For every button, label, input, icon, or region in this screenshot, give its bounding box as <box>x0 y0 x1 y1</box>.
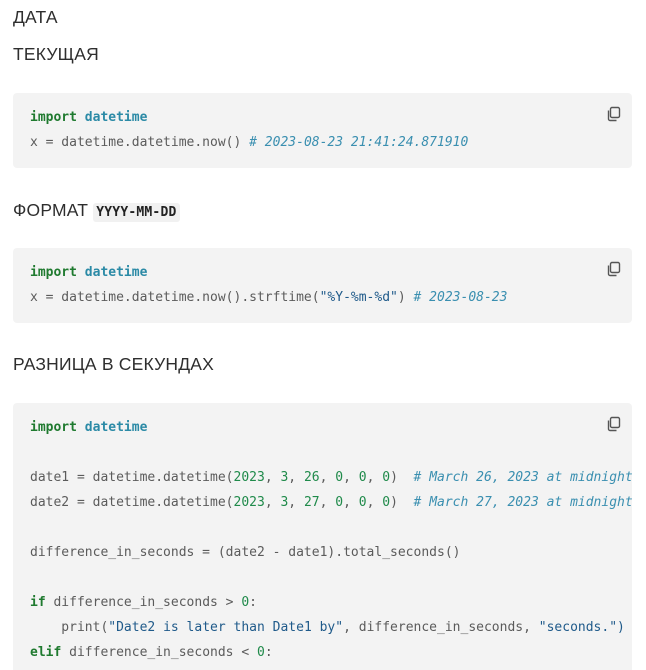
code-string: "%Y-%m-%d" <box>319 290 398 305</box>
code-line: import datetime <box>30 109 147 127</box>
code-line: date1 = datetime.datetime(2023, 3, 26, 0… <box>30 470 632 485</box>
code-number: 0 <box>335 470 344 485</box>
code-text: , difference_in_seconds, <box>343 620 539 635</box>
code-number: 0 <box>358 495 367 510</box>
copy-icon <box>607 106 621 122</box>
code-number: 0 <box>256 645 265 660</box>
code-line: elif difference_in_seconds < 0: <box>30 644 273 662</box>
keyword: if <box>30 595 46 610</box>
code-number: 0 <box>335 495 344 510</box>
code-text: print( <box>30 620 109 635</box>
code-number: 0 <box>382 495 391 510</box>
code-comment: # March 26, 2023 at midnight <box>413 470 632 485</box>
code-block-format: import datetime x = datetime.datetime.no… <box>13 248 632 323</box>
code-text: date2 = datetime.datetime( <box>30 495 234 510</box>
code-text: difference_in_seconds = (date2 - date1).… <box>30 545 461 560</box>
code-number: 3 <box>280 470 289 485</box>
code-comment: # 2023-08-23 21:41:24.871910 <box>249 135 469 150</box>
module-name: datetime <box>84 265 148 280</box>
code-string: "Date2 is later than Date1 by" <box>108 620 344 635</box>
code-comment: # March 27, 2023 at midnight <box>413 495 632 510</box>
keyword: import <box>30 420 77 435</box>
code-block-current: import datetime x = datetime.datetime.no… <box>13 93 632 168</box>
copy-button[interactable] <box>606 261 622 277</box>
heading-format: ФОРМАТ YYYY-MM-DD <box>13 200 180 222</box>
keyword: import <box>30 110 77 125</box>
module-name: datetime <box>84 110 148 125</box>
code-line: date2 = datetime.datetime(2023, 3, 27, 0… <box>30 495 632 510</box>
code-comment: # 2023-08-23 <box>413 290 508 305</box>
code-line: if difference_in_seconds > 0: <box>30 594 257 612</box>
keyword: elif <box>30 645 62 660</box>
code-number: 2023 <box>233 470 265 485</box>
code-number: 27 <box>303 495 320 510</box>
heading-current: ТЕКУЩАЯ <box>13 44 99 64</box>
code-text: x = datetime.datetime.now().strftime( <box>30 290 320 305</box>
copy-icon <box>607 261 621 277</box>
code-line: x = datetime.datetime.now().strftime("%Y… <box>30 289 507 307</box>
keyword: import <box>30 265 77 280</box>
code-number: 26 <box>303 470 320 485</box>
code-text: : <box>249 595 257 610</box>
code-line: import datetime <box>30 419 147 437</box>
module-name: datetime <box>84 420 148 435</box>
code-line: print("Date2 is later than Date1 by", di… <box>30 619 625 637</box>
code-number: 0 <box>241 595 250 610</box>
copy-icon <box>607 416 621 432</box>
code-string: "seconds.") <box>538 620 625 635</box>
code-text: : <box>264 645 273 660</box>
code-number: 0 <box>382 470 391 485</box>
code-number: 3 <box>280 495 289 510</box>
copy-button[interactable] <box>606 106 622 122</box>
code-line: import datetime <box>30 264 147 282</box>
code-text: difference_in_seconds > <box>45 595 242 610</box>
code-line: x = datetime.datetime.now() # 2023-08-23… <box>30 134 468 152</box>
heading-format-text: ФОРМАТ <box>13 200 89 220</box>
code-number: 0 <box>358 470 367 485</box>
heading-diff: РАЗНИЦА В СЕКУНДАХ <box>13 354 215 374</box>
code-number: 2023 <box>233 495 265 510</box>
code-line: difference_in_seconds = (date2 - date1).… <box>30 544 460 562</box>
code-block-diff: import datetime date1 = datetime.datetim… <box>13 403 632 670</box>
format-code: YYYY-MM-DD <box>93 203 180 222</box>
code-text: date1 = datetime.datetime( <box>30 470 234 485</box>
code-text: x = datetime.datetime.now() <box>30 135 250 150</box>
code-text: difference_in_seconds < <box>61 645 257 660</box>
copy-button[interactable] <box>606 416 622 432</box>
heading-data: ДАТА <box>13 7 58 27</box>
code-text: ) <box>397 290 414 305</box>
